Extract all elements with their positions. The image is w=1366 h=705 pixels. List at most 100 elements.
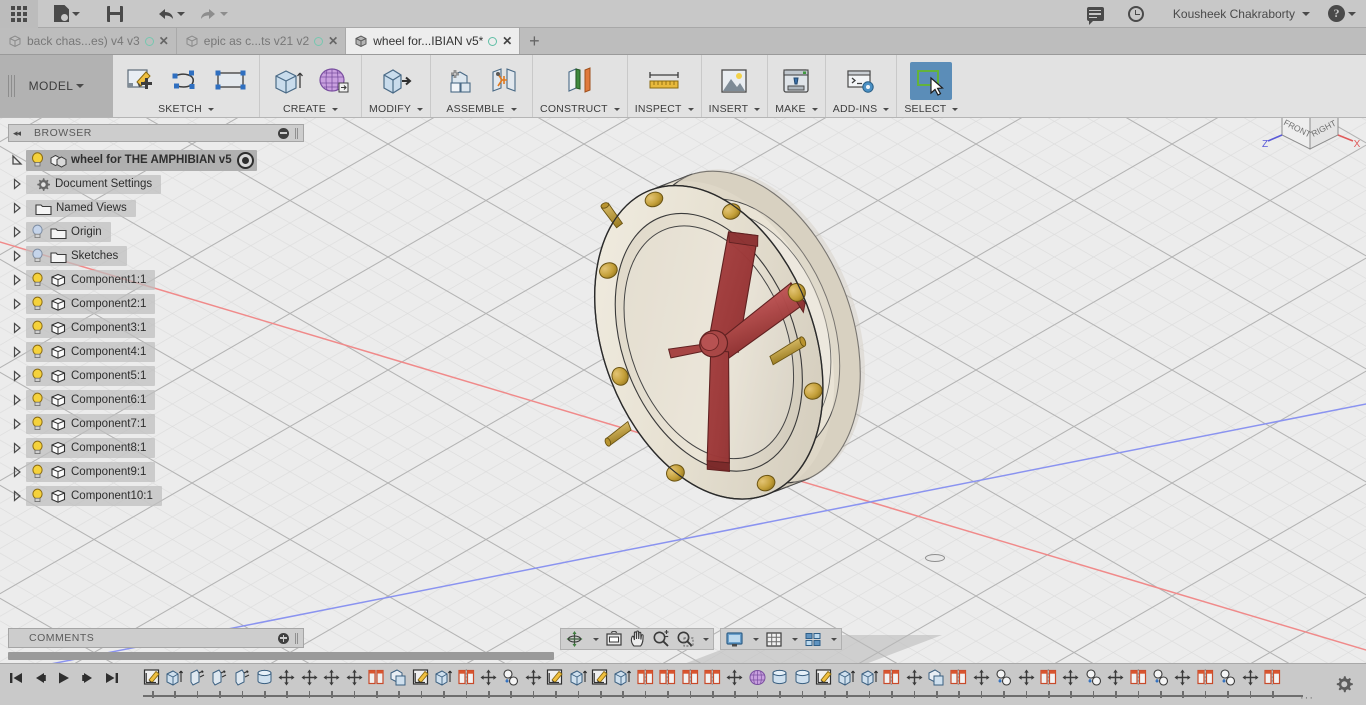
timeline-feature-13[interactable] xyxy=(434,668,454,690)
tree-row-root[interactable]: wheel for THE AMPHIBIAN v5 xyxy=(8,148,304,172)
ribbon-group-label-make[interactable]: MAKE xyxy=(775,103,818,115)
tree-item[interactable]: Component4:1 xyxy=(26,342,155,362)
ribbon-group-label-assemble[interactable]: ASSEMBLE xyxy=(446,103,516,115)
timeline-feature-41[interactable] xyxy=(1061,668,1081,690)
user-account-menu[interactable]: Kousheek Chakraborty xyxy=(1167,0,1312,28)
visibility-bulb-icon[interactable] xyxy=(30,464,45,480)
timeline-feature-4[interactable] xyxy=(233,668,253,690)
sketch-rectangle-button[interactable] xyxy=(210,62,252,100)
tree-item[interactable]: Component1:1 xyxy=(26,270,155,290)
new-component-button[interactable] xyxy=(438,62,480,100)
fit-view-button[interactable] xyxy=(602,629,626,649)
expand-arrow-icon[interactable] xyxy=(8,394,26,406)
tree-item[interactable]: Component6:1 xyxy=(26,390,155,410)
timeline-feature-44[interactable] xyxy=(1129,668,1149,690)
save-button[interactable] xyxy=(96,0,134,28)
tree-item[interactable]: Origin xyxy=(26,222,111,242)
timeline-feature-24[interactable] xyxy=(681,668,701,690)
tree-row-component8-1[interactable]: Component8:1 xyxy=(8,436,304,460)
timeline-feature-20[interactable] xyxy=(591,668,611,690)
timeline-feature-29[interactable] xyxy=(793,668,813,690)
timeline-feature-28[interactable] xyxy=(770,668,790,690)
timeline-feature-1[interactable] xyxy=(165,668,185,690)
expand-arrow-icon[interactable] xyxy=(8,442,26,454)
add-comment-button[interactable] xyxy=(278,633,289,644)
undo-button[interactable] xyxy=(154,0,187,28)
document-tab-0[interactable]: back chas...es) v4 v3 ✕ xyxy=(0,28,177,54)
job-status-button[interactable] xyxy=(1117,0,1155,28)
timeline-feature-50[interactable] xyxy=(1263,668,1283,690)
close-icon[interactable]: ✕ xyxy=(328,35,338,47)
workspace-switcher[interactable]: MODEL xyxy=(0,55,113,117)
timeline-feature-6[interactable] xyxy=(277,668,297,690)
tree-row-component6-1[interactable]: Component6:1 xyxy=(8,388,304,412)
expand-arrow-icon[interactable] xyxy=(8,418,26,430)
horizontal-scrollbar[interactable] xyxy=(8,652,554,660)
tree-row-component2-1[interactable]: Component2:1 xyxy=(8,292,304,316)
create-sketch-button[interactable] xyxy=(120,62,162,100)
tree-row-named-views[interactable]: Named Views xyxy=(8,196,304,220)
close-icon[interactable]: ✕ xyxy=(159,35,169,47)
tree-item[interactable]: Sketches xyxy=(26,246,127,266)
visibility-bulb-icon[interactable] xyxy=(30,344,45,360)
display-settings-dropdown[interactable] xyxy=(747,629,762,649)
timeline-feature-26[interactable] xyxy=(725,668,745,690)
measure-button[interactable] xyxy=(643,62,685,100)
tree-row-component5-1[interactable]: Component5:1 xyxy=(8,364,304,388)
grid-snaps-dropdown[interactable] xyxy=(786,629,801,649)
expand-arrow-icon[interactable] xyxy=(8,466,26,478)
jump-start-button[interactable] xyxy=(6,668,26,688)
timeline-feature-40[interactable] xyxy=(1039,668,1059,690)
3d-viewport[interactable]: FRONT RIGHT TOP Y Z X ◂◂ BROWSER xyxy=(0,118,1366,663)
timeline-feature-19[interactable] xyxy=(569,668,589,690)
offset-plane-button[interactable] xyxy=(559,62,601,100)
timeline-feature-7[interactable] xyxy=(300,668,320,690)
viewports-dropdown[interactable] xyxy=(825,629,840,649)
timeline-feature-31[interactable] xyxy=(837,668,857,690)
jump-end-button[interactable] xyxy=(102,668,122,688)
wheel-model[interactable] xyxy=(560,138,900,558)
timeline-feature-3[interactable] xyxy=(210,668,230,690)
tree-item[interactable]: Component5:1 xyxy=(26,366,155,386)
file-menu-button[interactable] xyxy=(52,0,82,28)
timeline-feature-33[interactable] xyxy=(882,668,902,690)
visibility-bulb-icon[interactable] xyxy=(30,272,45,288)
app-grid-icon[interactable] xyxy=(0,0,38,28)
timeline-feature-2[interactable] xyxy=(188,668,208,690)
tree-item[interactable]: Component7:1 xyxy=(26,414,155,434)
tree-item[interactable]: Component8:1 xyxy=(26,438,155,458)
close-icon[interactable]: ✕ xyxy=(502,35,512,47)
scripts-addins-button[interactable] xyxy=(840,62,882,100)
orbit-button[interactable] xyxy=(562,629,587,649)
root-display-toggle[interactable] xyxy=(237,152,254,169)
tree-row-document-settings[interactable]: Document Settings xyxy=(8,172,304,196)
expand-arrow-icon[interactable] xyxy=(8,154,26,166)
new-tab-button[interactable]: + xyxy=(520,28,548,54)
collapse-icon[interactable]: ◂◂ xyxy=(13,128,20,139)
tree-item[interactable]: Component2:1 xyxy=(26,294,155,314)
display-settings-button[interactable] xyxy=(722,629,747,649)
3d-print-button[interactable] xyxy=(775,62,817,100)
expand-arrow-icon[interactable] xyxy=(8,226,26,238)
insert-image-button[interactable] xyxy=(713,62,755,100)
timeline-feature-16[interactable] xyxy=(501,668,521,690)
ribbon-group-label-inspect[interactable]: INSPECT xyxy=(635,103,694,115)
timeline-feature-12[interactable] xyxy=(412,668,432,690)
step-forward-button[interactable] xyxy=(78,668,98,688)
timeline-feature-48[interactable] xyxy=(1218,668,1238,690)
expand-arrow-icon[interactable] xyxy=(8,202,26,214)
create-form-button[interactable] xyxy=(312,62,354,100)
timeline-feature-47[interactable] xyxy=(1196,668,1216,690)
timeline-feature-43[interactable] xyxy=(1106,668,1126,690)
tree-row-component7-1[interactable]: Component7:1 xyxy=(8,412,304,436)
tree-row-component4-1[interactable]: Component4:1 xyxy=(8,340,304,364)
play-button[interactable] xyxy=(54,668,74,688)
visibility-bulb-icon[interactable] xyxy=(30,368,45,384)
ribbon-group-label-modify[interactable]: MODIFY xyxy=(369,103,423,115)
timeline-feature-42[interactable] xyxy=(1084,668,1104,690)
timeline-feature-23[interactable] xyxy=(658,668,678,690)
select-button[interactable] xyxy=(910,62,952,100)
timeline-feature-9[interactable] xyxy=(345,668,365,690)
panel-resize-grip[interactable] xyxy=(294,128,299,139)
timeline-feature-11[interactable] xyxy=(389,668,409,690)
